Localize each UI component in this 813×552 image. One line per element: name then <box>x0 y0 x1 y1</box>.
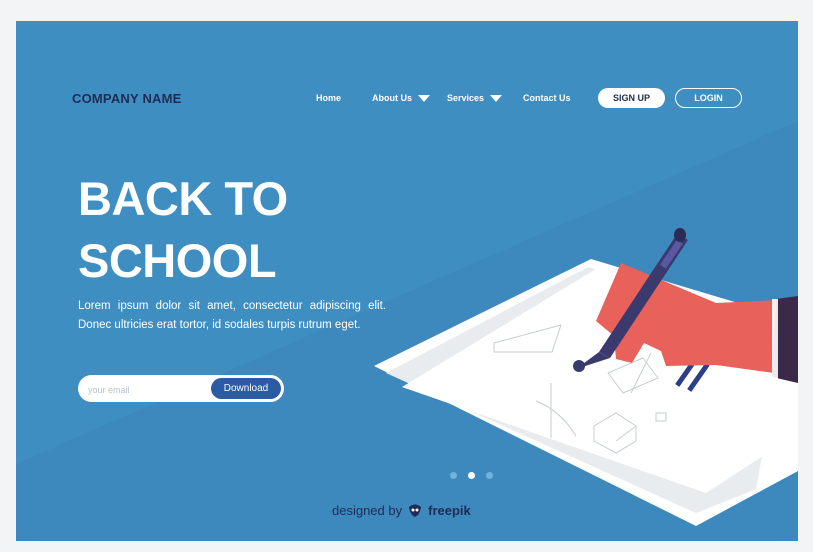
freepik-brand-text: freepik <box>428 503 471 518</box>
email-input[interactable] <box>86 375 210 404</box>
company-name[interactable]: COMPANY NAME <box>72 91 182 106</box>
designed-by-credit: designed by freepik <box>332 503 471 518</box>
carousel-dot-3[interactable] <box>486 472 493 479</box>
nav-home[interactable]: Home <box>316 93 341 103</box>
nav-contact-us-label: Contact Us <box>523 93 571 103</box>
nav-home-label: Home <box>316 93 342 103</box>
carousel-dots <box>450 472 493 479</box>
nav-services-label: Services <box>447 93 485 103</box>
login-button[interactable]: LOGIN <box>675 88 742 108</box>
chevron-down-icon <box>418 94 430 102</box>
designed-by-text: designed by <box>332 503 403 518</box>
hero-description: Lorem ipsum dolor sit amet, consectetur … <box>78 300 386 331</box>
download-button[interactable]: Download <box>211 378 281 399</box>
nav-about-us-label: About Us <box>372 93 412 103</box>
landing-page: COMPANY NAME Home About Us Services Cont… <box>16 21 798 541</box>
carousel-dot-2[interactable] <box>468 472 475 479</box>
nav-about-us[interactable]: About Us <box>372 93 430 103</box>
sign-up-button[interactable]: SIGN UP <box>598 88 665 108</box>
chevron-down-icon <box>490 94 503 102</box>
freepik-logo-icon <box>409 504 422 517</box>
email-form: Download <box>78 375 284 404</box>
papers-outline <box>616 267 618 269</box>
hero-title-line-2: SCHOOL <box>78 234 277 287</box>
nav-contact-us[interactable]: Contact Us <box>523 93 571 103</box>
hero-title-line-1: BACK TO <box>78 172 288 225</box>
nav-services[interactable]: Services <box>447 93 503 103</box>
carousel-dot-1[interactable] <box>450 472 457 479</box>
